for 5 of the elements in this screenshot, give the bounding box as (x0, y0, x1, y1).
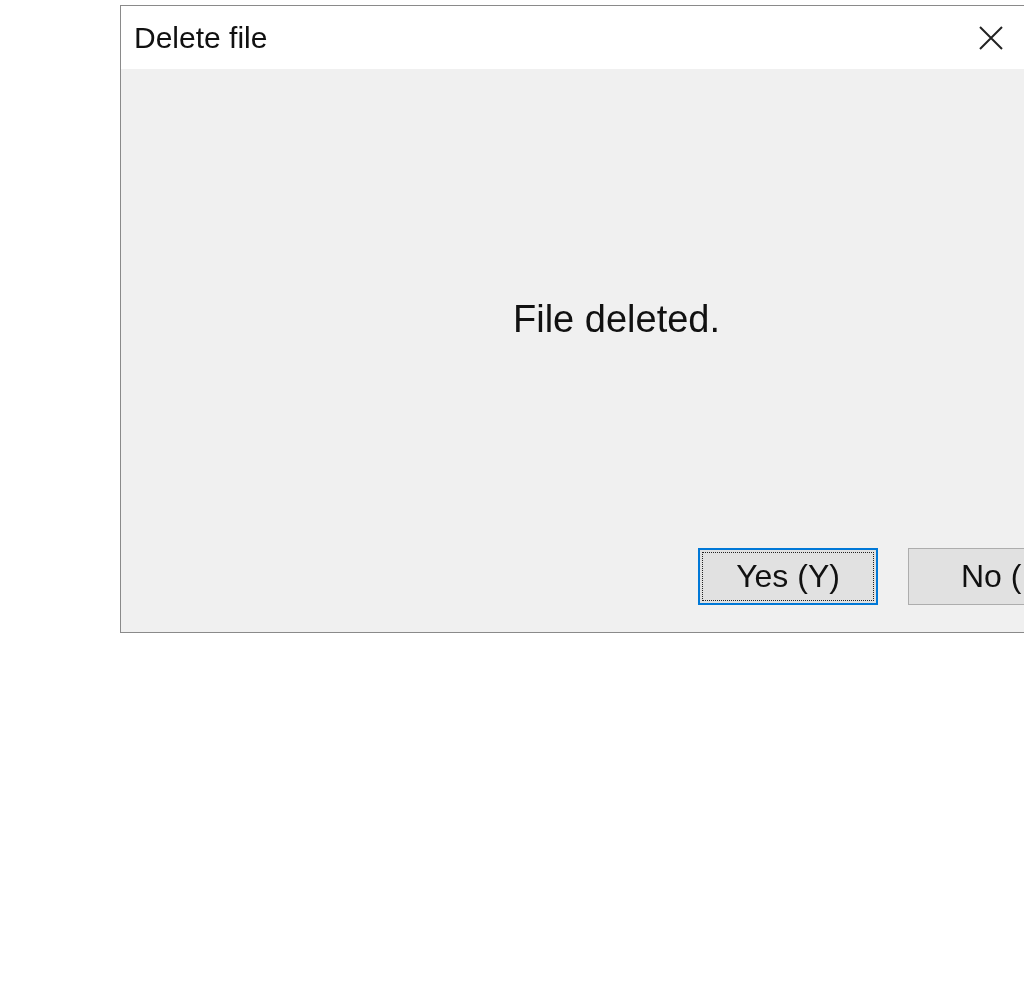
window-title: Delete file (134, 20, 268, 55)
dialog-button[interactable]: Yes (Y) (698, 548, 878, 605)
close-icon (979, 25, 1003, 50)
message-text: File deleted. (513, 297, 720, 342)
dialog-button[interactable]: No ( (908, 548, 1024, 605)
